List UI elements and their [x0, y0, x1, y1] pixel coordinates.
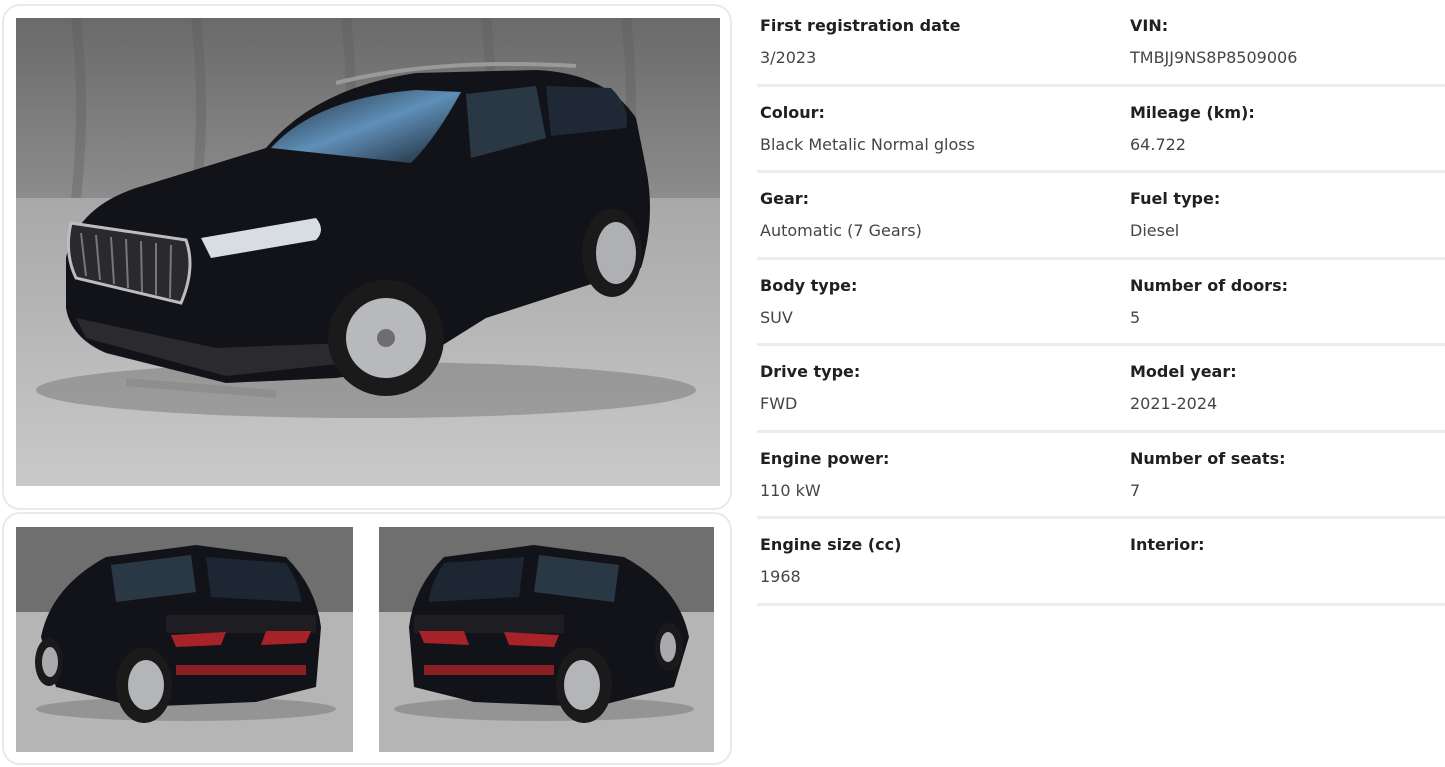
spec-fuel-type: Fuel type: Diesel: [1127, 173, 1445, 260]
spec-label: Engine size (cc): [760, 535, 902, 554]
spec-engine-size: Engine size (cc) 1968: [757, 519, 1127, 606]
vehicle-detail-page: First registration date 3/2023 VIN: TMBJ…: [0, 0, 1445, 767]
spec-value: 2021-2024: [1130, 394, 1218, 413]
spec-value: Diesel: [1130, 221, 1180, 240]
vehicle-specs-table: First registration date 3/2023 VIN: TMBJ…: [757, 0, 1445, 606]
car-front-left-photo[interactable]: [16, 18, 720, 486]
main-photo-card: [2, 4, 732, 510]
spec-value: 3/2023: [760, 48, 817, 67]
thumbnail-photos-card: [2, 512, 732, 765]
spec-doors: Number of doors: 5: [1127, 260, 1445, 346]
spec-value: 64.722: [1130, 134, 1186, 154]
spec-value: TMBJJ9NS8P8509006: [1130, 48, 1298, 67]
spec-label: Mileage (km):: [1130, 102, 1255, 122]
spec-vin: VIN: TMBJJ9NS8P8509006: [1127, 0, 1445, 87]
spec-first-registration: First registration date 3/2023: [757, 0, 1127, 87]
spec-model-year: Model year: 2021-2024: [1127, 346, 1445, 433]
spec-value: Black Metalic Normal gloss: [760, 134, 975, 154]
spec-label: Gear:: [760, 189, 810, 208]
spec-mileage: Mileage (km): 64.722: [1127, 87, 1445, 173]
spec-body-type: Body type: SUV: [757, 260, 1127, 346]
spec-label: First registration date: [760, 16, 961, 35]
spec-label: Interior:: [1130, 535, 1205, 554]
spec-label: VIN:: [1130, 16, 1169, 35]
spec-seats: Number of seats: 7: [1127, 433, 1445, 519]
spec-gear: Gear: Automatic (7 Gears): [757, 173, 1127, 260]
spec-engine-power: Engine power: 110 kW: [757, 433, 1127, 519]
spec-value: 7: [1130, 480, 1141, 500]
spec-value: Automatic (7 Gears): [760, 221, 922, 240]
spec-interior: Interior:: [1127, 519, 1445, 606]
spec-label: Number of seats:: [1130, 448, 1286, 468]
spec-label: Model year:: [1130, 362, 1237, 381]
spec-value: FWD: [760, 394, 798, 413]
spec-colour: Colour: Black Metalic Normal gloss: [757, 87, 1127, 173]
spec-label: Colour:: [760, 102, 825, 122]
car-rear-right-photo[interactable]: [379, 527, 714, 752]
spec-label: Body type:: [760, 275, 858, 295]
spec-value: 1968: [760, 567, 801, 586]
spec-value: 5: [1130, 307, 1141, 327]
spec-label: Drive type:: [760, 362, 861, 381]
spec-value: 110 kW: [760, 480, 821, 500]
spec-label: Number of doors:: [1130, 275, 1288, 295]
spec-drive-type: Drive type: FWD: [757, 346, 1127, 433]
spec-label: Engine power:: [760, 448, 890, 468]
spec-label: Fuel type:: [1130, 189, 1221, 208]
spec-value: SUV: [760, 307, 793, 327]
car-rear-left-photo[interactable]: [16, 527, 353, 752]
